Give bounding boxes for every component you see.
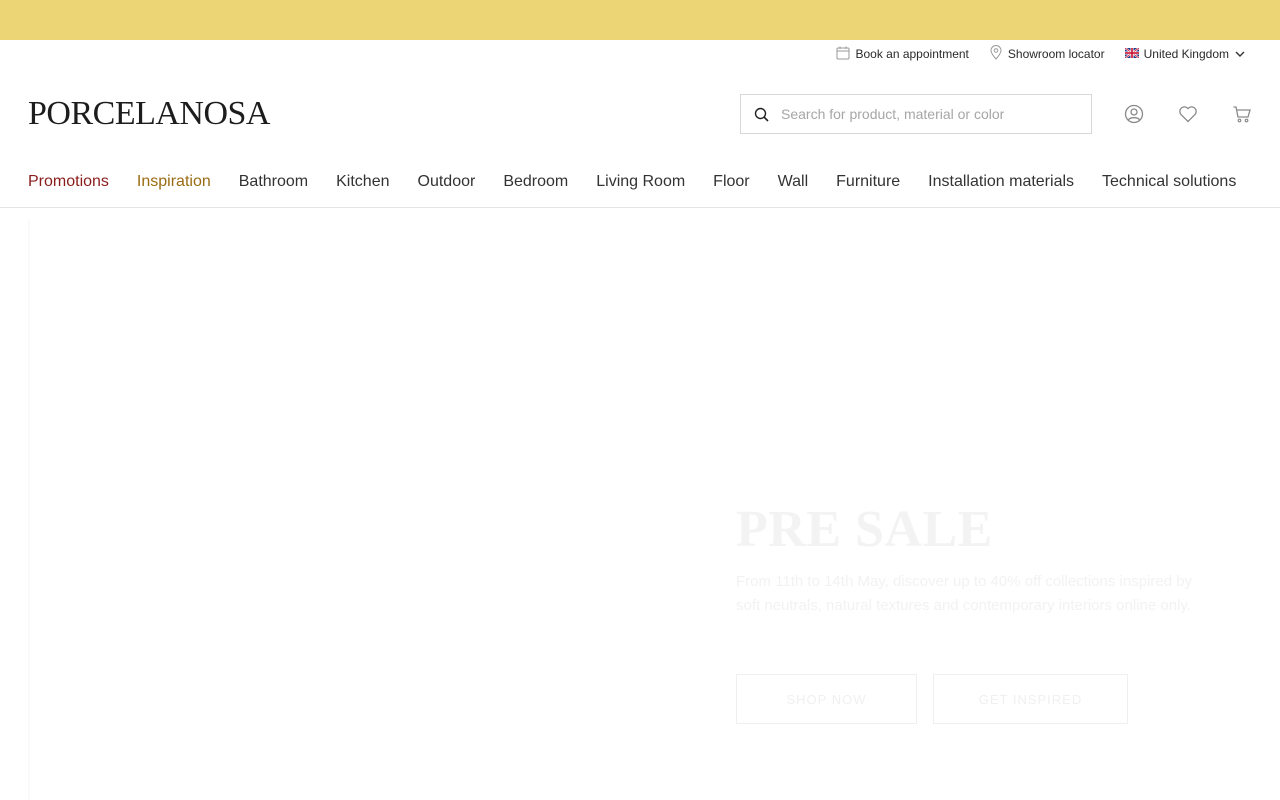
search-icon[interactable]: [741, 95, 781, 133]
brand-logo[interactable]: PORCELANOSA: [28, 95, 270, 133]
nav-item-floor[interactable]: Floor: [713, 173, 749, 191]
calendar-icon: [836, 46, 855, 63]
showroom-locator-link[interactable]: Showroom locator: [989, 45, 1105, 63]
location-pin-icon: [989, 45, 1008, 63]
nav-item-kitchen[interactable]: Kitchen: [336, 173, 389, 191]
cart-icon[interactable]: [1230, 102, 1254, 126]
shop-now-button[interactable]: SHOP NOW: [736, 674, 917, 724]
hero-description: From 11th to 14th May, discover up to 40…: [736, 573, 1193, 614]
chevron-down-icon: [1235, 47, 1250, 61]
nav-item-outdoor[interactable]: Outdoor: [418, 173, 476, 191]
header-actions: [1122, 102, 1254, 126]
book-appointment-label: Book an appointment: [855, 47, 969, 61]
nav-item-living-room[interactable]: Living Room: [596, 173, 685, 191]
hero-title: PRE SALE: [736, 501, 993, 558]
nav-item-furniture[interactable]: Furniture: [836, 173, 900, 191]
showroom-locator-label: Showroom locator: [1007, 47, 1105, 61]
search-bar: [740, 94, 1092, 134]
main-navigation: Promotions Inspiration Bathroom Kitchen …: [0, 156, 1280, 208]
book-appointment-link[interactable]: Book an appointment: [836, 46, 969, 63]
nav-item-bedroom[interactable]: Bedroom: [503, 173, 568, 191]
country-selector[interactable]: United Kingdom: [1124, 47, 1250, 61]
hero-banner: PRE SALE From 11th to 14th May, discover…: [0, 208, 1280, 800]
wishlist-heart-icon[interactable]: [1176, 102, 1200, 126]
nav-item-bathroom[interactable]: Bathroom: [239, 173, 308, 191]
nav-item-inspiration[interactable]: Inspiration: [137, 173, 211, 191]
hero-image-edge: [28, 220, 30, 800]
uk-flag-icon: [1124, 47, 1144, 61]
search-input[interactable]: [781, 106, 1081, 122]
nav-item-wall[interactable]: Wall: [778, 173, 809, 191]
nav-item-technical-solutions[interactable]: Technical solutions: [1102, 173, 1236, 191]
country-label: United Kingdom: [1143, 47, 1229, 61]
promo-banner: [0, 0, 1280, 40]
nav-item-promotions[interactable]: Promotions: [28, 173, 109, 191]
nav-item-installation-materials[interactable]: Installation materials: [928, 173, 1074, 191]
get-inspired-button[interactable]: GET INSPIRED: [933, 674, 1128, 724]
utility-bar: Book an appointment Showroom locator Uni…: [816, 44, 1250, 64]
account-icon[interactable]: [1122, 102, 1146, 126]
